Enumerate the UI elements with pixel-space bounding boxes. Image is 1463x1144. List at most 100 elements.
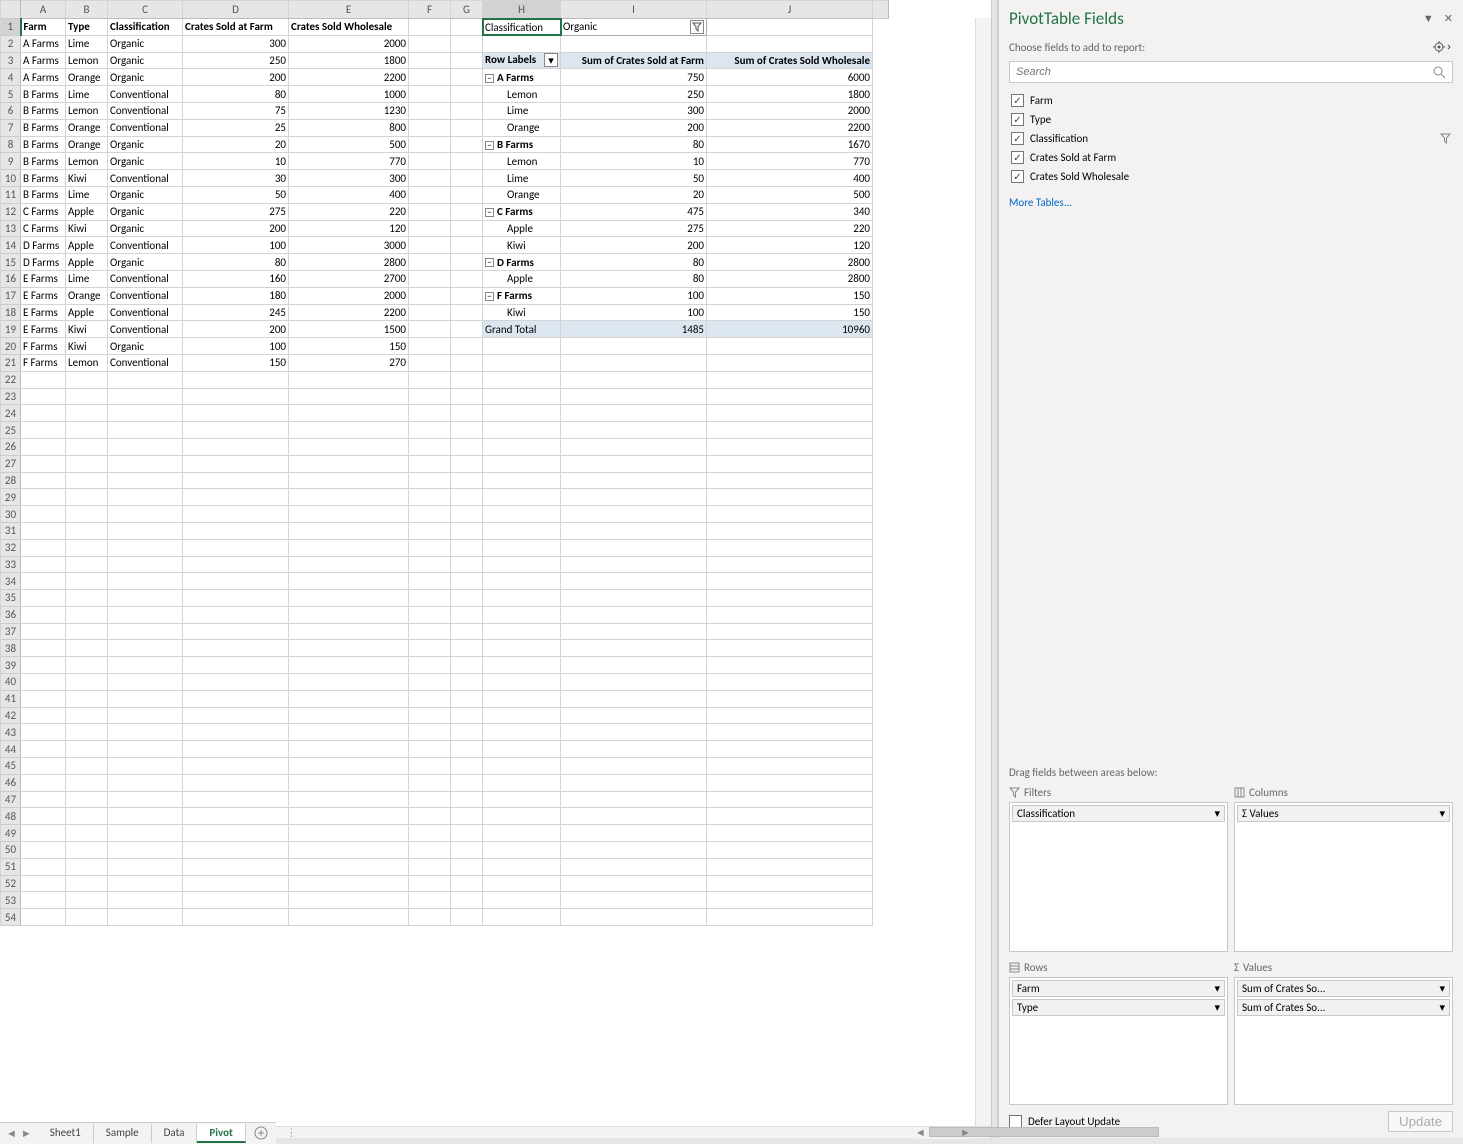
cell[interactable]: [21, 506, 66, 523]
cell[interactable]: [108, 422, 183, 439]
row-header[interactable]: 33: [1, 556, 21, 573]
cell[interactable]: [483, 522, 561, 539]
vertical-scrollbar[interactable]: [975, 18, 991, 1126]
cell[interactable]: [483, 741, 561, 758]
cell[interactable]: [561, 556, 707, 573]
cell[interactable]: 770: [707, 153, 873, 170]
cell[interactable]: 50: [183, 186, 289, 203]
cell[interactable]: Organic: [108, 136, 183, 153]
cell[interactable]: [409, 606, 451, 623]
cell[interactable]: Farm: [21, 19, 66, 36]
row-header[interactable]: 21: [1, 354, 21, 371]
cell[interactable]: 150: [707, 287, 873, 304]
cell[interactable]: [183, 489, 289, 506]
cell[interactable]: 75: [183, 102, 289, 119]
cell[interactable]: [561, 808, 707, 825]
cell[interactable]: [108, 539, 183, 556]
cell[interactable]: [183, 388, 289, 405]
cell[interactable]: 2000: [707, 102, 873, 119]
cell[interactable]: 120: [707, 237, 873, 254]
cell[interactable]: [289, 539, 409, 556]
cell[interactable]: [451, 102, 483, 119]
cell[interactable]: [183, 640, 289, 657]
cell[interactable]: [409, 237, 451, 254]
sheet-tab[interactable]: Sheet1: [38, 1124, 94, 1143]
cell[interactable]: [66, 422, 108, 439]
field-item[interactable]: ✓Type: [1009, 110, 1453, 129]
cell[interactable]: [409, 438, 451, 455]
cell[interactable]: [21, 674, 66, 691]
cell[interactable]: 200: [183, 69, 289, 86]
sheet-tab[interactable]: Sample: [94, 1124, 152, 1143]
area-item[interactable]: Sum of Crates So...▾: [1237, 980, 1450, 997]
row-header[interactable]: 1: [1, 19, 21, 36]
cell[interactable]: Classification: [108, 19, 183, 36]
cell[interactable]: Lime: [66, 35, 108, 52]
cell[interactable]: [409, 842, 451, 859]
row-header[interactable]: 32: [1, 539, 21, 556]
cell[interactable]: [561, 674, 707, 691]
cell[interactable]: B Farms: [21, 170, 66, 187]
field-item[interactable]: ✓Crates Sold Wholesale: [1009, 167, 1453, 186]
cell[interactable]: [108, 623, 183, 640]
cell[interactable]: [183, 506, 289, 523]
cell[interactable]: [707, 791, 873, 808]
cell[interactable]: −A Farms: [483, 69, 561, 86]
cell[interactable]: [483, 825, 561, 842]
cell[interactable]: Grand Total: [483, 321, 561, 338]
cell[interactable]: [289, 707, 409, 724]
cell[interactable]: [707, 422, 873, 439]
cell[interactable]: [183, 573, 289, 590]
cell[interactable]: [707, 758, 873, 775]
cell[interactable]: 80: [561, 136, 707, 153]
tab-drag-handle[interactable]: ⋮: [286, 1126, 297, 1139]
cell[interactable]: 300: [289, 170, 409, 187]
cell[interactable]: [409, 203, 451, 220]
cell[interactable]: 10: [183, 153, 289, 170]
row-header[interactable]: 3: [1, 52, 21, 69]
row-header[interactable]: 41: [1, 690, 21, 707]
cell[interactable]: B Farms: [21, 86, 66, 103]
cell[interactable]: [289, 455, 409, 472]
area-item[interactable]: Farm▾: [1012, 980, 1225, 997]
cell[interactable]: [561, 438, 707, 455]
cell[interactable]: [66, 707, 108, 724]
row-header[interactable]: 37: [1, 623, 21, 640]
cell[interactable]: [183, 690, 289, 707]
cell[interactable]: 475: [561, 203, 707, 220]
cell[interactable]: [289, 690, 409, 707]
cell[interactable]: [289, 892, 409, 909]
cell[interactable]: [409, 573, 451, 590]
cell[interactable]: [409, 522, 451, 539]
cell[interactable]: Organic: [561, 19, 707, 36]
checkbox-icon[interactable]: ✓: [1011, 94, 1024, 107]
cell[interactable]: 250: [561, 86, 707, 103]
column-header[interactable]: B: [66, 1, 108, 19]
cell[interactable]: [409, 422, 451, 439]
cell[interactable]: [451, 388, 483, 405]
cell[interactable]: [561, 791, 707, 808]
cell[interactable]: [707, 472, 873, 489]
column-header[interactable]: D: [183, 1, 289, 19]
cell[interactable]: 2200: [289, 69, 409, 86]
cell[interactable]: [66, 825, 108, 842]
cell[interactable]: [707, 875, 873, 892]
cell[interactable]: [451, 438, 483, 455]
cell[interactable]: [183, 674, 289, 691]
cell[interactable]: [183, 657, 289, 674]
cell[interactable]: [409, 136, 451, 153]
row-header[interactable]: 20: [1, 338, 21, 355]
cell[interactable]: 2700: [289, 270, 409, 287]
cell[interactable]: [66, 573, 108, 590]
cell[interactable]: [451, 354, 483, 371]
cell[interactable]: Conventional: [108, 119, 183, 136]
cell[interactable]: [561, 405, 707, 422]
cell[interactable]: [451, 825, 483, 842]
cell[interactable]: [21, 875, 66, 892]
cell[interactable]: [108, 405, 183, 422]
cell[interactable]: [451, 606, 483, 623]
cell[interactable]: 120: [289, 220, 409, 237]
cell[interactable]: [409, 220, 451, 237]
cell[interactable]: [289, 506, 409, 523]
cell[interactable]: [451, 472, 483, 489]
